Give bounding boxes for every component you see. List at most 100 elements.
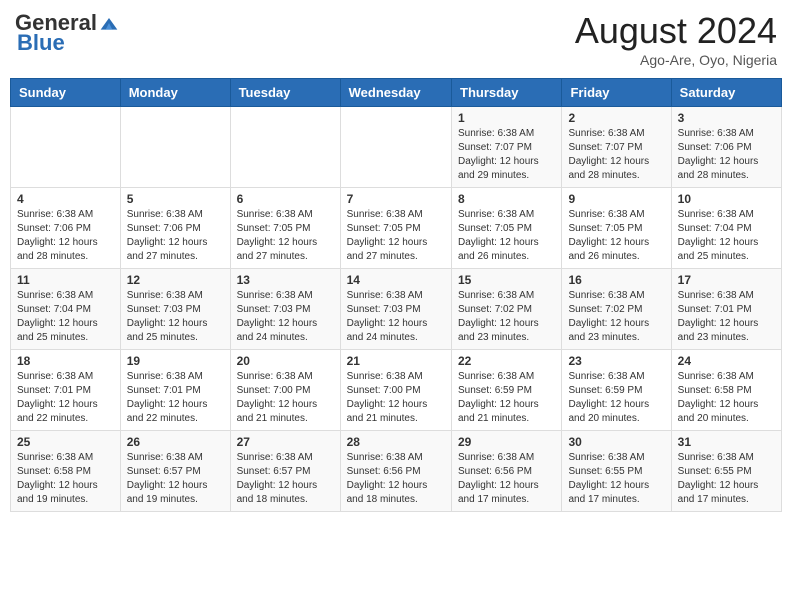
day-info: Sunrise: 6:38 AM Sunset: 7:00 PM Dayligh… bbox=[347, 370, 445, 426]
calendar-cell: 8Sunrise: 6:38 AM Sunset: 7:05 PM Daylig… bbox=[452, 188, 562, 269]
day-number: 9 bbox=[568, 192, 664, 206]
day-info: Sunrise: 6:38 AM Sunset: 7:02 PM Dayligh… bbox=[568, 289, 664, 345]
calendar-cell: 29 Sunrise: 6:38 AM Sunset: 6:56 PM Dayli… bbox=[452, 431, 562, 512]
calendar-cell: 16 Sunrise: 6:38 AM Sunset: 7:02 PM Dayli… bbox=[562, 269, 671, 350]
day-number: 11 bbox=[17, 273, 114, 287]
day-info: Sunrise: 6:38 AM Sunset: 7:01 PM Dayligh… bbox=[127, 370, 224, 426]
day-info: Sunrise: 6:38 AM Sunset: 7:06 PM Dayligh… bbox=[127, 208, 224, 264]
day-info: Sunrise: 6:38 AM Sunset: 7:01 PM Dayligh… bbox=[17, 370, 114, 426]
day-info: Sunrise: 6:38 AM Sunset: 6:57 PM Dayligh… bbox=[237, 451, 334, 507]
calendar-header-monday: Monday bbox=[120, 79, 230, 107]
day-info: Sunrise: 6:38 AM Sunset: 6:59 PM Dayligh… bbox=[458, 370, 555, 426]
day-number: 27 bbox=[237, 435, 334, 449]
day-number: 31 bbox=[678, 435, 775, 449]
calendar-cell: 13 Sunrise: 6:38 AM Sunset: 7:03 PM Dayli… bbox=[230, 269, 340, 350]
calendar-cell: 6 Sunrise: 6:38 AM Sunset: 7:05 PM Daylig… bbox=[230, 188, 340, 269]
calendar-week-row-3: 11 Sunrise: 6:38 AM Sunset: 7:04 PM Dayli… bbox=[11, 269, 782, 350]
calendar-cell bbox=[340, 107, 451, 188]
calendar-header-row: SundayMondayTuesdayWednesdayThursdayFrid… bbox=[11, 79, 782, 107]
day-number: 23 bbox=[568, 354, 664, 368]
day-number: 29 bbox=[458, 435, 555, 449]
day-info: Sunrise: 6:38 AM Sunset: 7:05 PM Dayligh… bbox=[237, 208, 334, 264]
day-info: Sunrise: 6:38 AM Sunset: 7:05 PM Dayligh… bbox=[458, 208, 555, 264]
day-number: 19 bbox=[127, 354, 224, 368]
day-number: 12 bbox=[127, 273, 224, 287]
calendar-cell: 3 Sunrise: 6:38 AM Sunset: 7:06 PM Daylig… bbox=[671, 107, 781, 188]
day-number: 13 bbox=[237, 273, 334, 287]
day-info: Sunrise: 6:38 AM Sunset: 6:55 PM Dayligh… bbox=[678, 451, 775, 507]
day-number: 30 bbox=[568, 435, 664, 449]
calendar-header-wednesday: Wednesday bbox=[340, 79, 451, 107]
calendar-cell bbox=[11, 107, 121, 188]
calendar-cell: 22Sunrise: 6:38 AM Sunset: 6:59 PM Dayli… bbox=[452, 350, 562, 431]
day-info: Sunrise: 6:38 AM Sunset: 7:07 PM Dayligh… bbox=[458, 127, 555, 183]
title-section: August 2024 Ago-Are, Oyo, Nigeria bbox=[575, 10, 777, 68]
calendar-cell: 20 Sunrise: 6:38 AM Sunset: 7:00 PM Dayli… bbox=[230, 350, 340, 431]
calendar-cell: 5 Sunrise: 6:38 AM Sunset: 7:06 PM Daylig… bbox=[120, 188, 230, 269]
day-number: 20 bbox=[237, 354, 334, 368]
day-info: Sunrise: 6:38 AM Sunset: 6:56 PM Dayligh… bbox=[347, 451, 445, 507]
day-info: Sunrise: 6:38 AM Sunset: 7:05 PM Dayligh… bbox=[347, 208, 445, 264]
day-number: 5 bbox=[127, 192, 224, 206]
calendar-cell: 26Sunrise: 6:38 AM Sunset: 6:57 PM Dayli… bbox=[120, 431, 230, 512]
day-info: Sunrise: 6:38 AM Sunset: 7:03 PM Dayligh… bbox=[347, 289, 445, 345]
day-number: 28 bbox=[347, 435, 445, 449]
day-number: 4 bbox=[17, 192, 114, 206]
calendar-week-row-2: 4 Sunrise: 6:38 AM Sunset: 7:06 PM Daylig… bbox=[11, 188, 782, 269]
day-number: 24 bbox=[678, 354, 775, 368]
day-number: 7 bbox=[347, 192, 445, 206]
day-number: 3 bbox=[678, 111, 775, 125]
logo: General Blue bbox=[15, 10, 119, 56]
calendar-cell bbox=[230, 107, 340, 188]
day-info: Sunrise: 6:38 AM Sunset: 6:59 PM Dayligh… bbox=[568, 370, 664, 426]
day-info: Sunrise: 6:38 AM Sunset: 7:06 PM Dayligh… bbox=[678, 127, 775, 183]
day-info: Sunrise: 6:38 AM Sunset: 7:06 PM Dayligh… bbox=[17, 208, 114, 264]
calendar-cell: 18 Sunrise: 6:38 AM Sunset: 7:01 PM Dayli… bbox=[11, 350, 121, 431]
calendar-cell: 1Sunrise: 6:38 AM Sunset: 7:07 PM Daylig… bbox=[452, 107, 562, 188]
day-number: 10 bbox=[678, 192, 775, 206]
day-number: 21 bbox=[347, 354, 445, 368]
day-info: Sunrise: 6:38 AM Sunset: 6:57 PM Dayligh… bbox=[127, 451, 224, 507]
calendar-header-friday: Friday bbox=[562, 79, 671, 107]
calendar-cell: 25 Sunrise: 6:38 AM Sunset: 6:58 PM Dayli… bbox=[11, 431, 121, 512]
day-info: Sunrise: 6:38 AM Sunset: 7:03 PM Dayligh… bbox=[127, 289, 224, 345]
calendar-cell: 2 Sunrise: 6:38 AM Sunset: 7:07 PM Daylig… bbox=[562, 107, 671, 188]
logo-blue-text: Blue bbox=[17, 30, 65, 56]
day-info: Sunrise: 6:38 AM Sunset: 7:04 PM Dayligh… bbox=[678, 208, 775, 264]
day-number: 18 bbox=[17, 354, 114, 368]
calendar-cell: 15Sunrise: 6:38 AM Sunset: 7:02 PM Dayli… bbox=[452, 269, 562, 350]
day-info: Sunrise: 6:38 AM Sunset: 7:04 PM Dayligh… bbox=[17, 289, 114, 345]
day-info: Sunrise: 6:38 AM Sunset: 6:58 PM Dayligh… bbox=[17, 451, 114, 507]
calendar-cell: 21 Sunrise: 6:38 AM Sunset: 7:00 PM Dayli… bbox=[340, 350, 451, 431]
day-number: 2 bbox=[568, 111, 664, 125]
calendar-cell: 9Sunrise: 6:38 AM Sunset: 7:05 PM Daylig… bbox=[562, 188, 671, 269]
day-number: 15 bbox=[458, 273, 555, 287]
calendar-header-tuesday: Tuesday bbox=[230, 79, 340, 107]
calendar-cell: 23 Sunrise: 6:38 AM Sunset: 6:59 PM Dayli… bbox=[562, 350, 671, 431]
calendar-cell: 17 Sunrise: 6:38 AM Sunset: 7:01 PM Dayli… bbox=[671, 269, 781, 350]
day-info: Sunrise: 6:38 AM Sunset: 7:03 PM Dayligh… bbox=[237, 289, 334, 345]
location-subtitle: Ago-Are, Oyo, Nigeria bbox=[575, 52, 777, 68]
day-number: 25 bbox=[17, 435, 114, 449]
calendar-cell: 14Sunrise: 6:38 AM Sunset: 7:03 PM Dayli… bbox=[340, 269, 451, 350]
month-year-title: August 2024 bbox=[575, 10, 777, 52]
calendar-cell bbox=[120, 107, 230, 188]
calendar-cell: 7 Sunrise: 6:38 AM Sunset: 7:05 PM Daylig… bbox=[340, 188, 451, 269]
calendar-week-row-1: 1Sunrise: 6:38 AM Sunset: 7:07 PM Daylig… bbox=[11, 107, 782, 188]
day-number: 17 bbox=[678, 273, 775, 287]
calendar-header-thursday: Thursday bbox=[452, 79, 562, 107]
calendar-header-saturday: Saturday bbox=[671, 79, 781, 107]
day-info: Sunrise: 6:38 AM Sunset: 7:00 PM Dayligh… bbox=[237, 370, 334, 426]
logo-icon bbox=[99, 13, 119, 33]
day-number: 6 bbox=[237, 192, 334, 206]
calendar-cell: 27 Sunrise: 6:38 AM Sunset: 6:57 PM Dayli… bbox=[230, 431, 340, 512]
day-info: Sunrise: 6:38 AM Sunset: 7:07 PM Dayligh… bbox=[568, 127, 664, 183]
calendar-cell: 24Sunrise: 6:38 AM Sunset: 6:58 PM Dayli… bbox=[671, 350, 781, 431]
day-info: Sunrise: 6:38 AM Sunset: 6:56 PM Dayligh… bbox=[458, 451, 555, 507]
calendar-cell: 11 Sunrise: 6:38 AM Sunset: 7:04 PM Dayli… bbox=[11, 269, 121, 350]
day-info: Sunrise: 6:38 AM Sunset: 7:01 PM Dayligh… bbox=[678, 289, 775, 345]
page-header: General Blue August 2024 Ago-Are, Oyo, N… bbox=[10, 10, 782, 68]
calendar-cell: 19 Sunrise: 6:38 AM Sunset: 7:01 PM Dayli… bbox=[120, 350, 230, 431]
day-number: 16 bbox=[568, 273, 664, 287]
calendar-week-row-5: 25 Sunrise: 6:38 AM Sunset: 6:58 PM Dayli… bbox=[11, 431, 782, 512]
